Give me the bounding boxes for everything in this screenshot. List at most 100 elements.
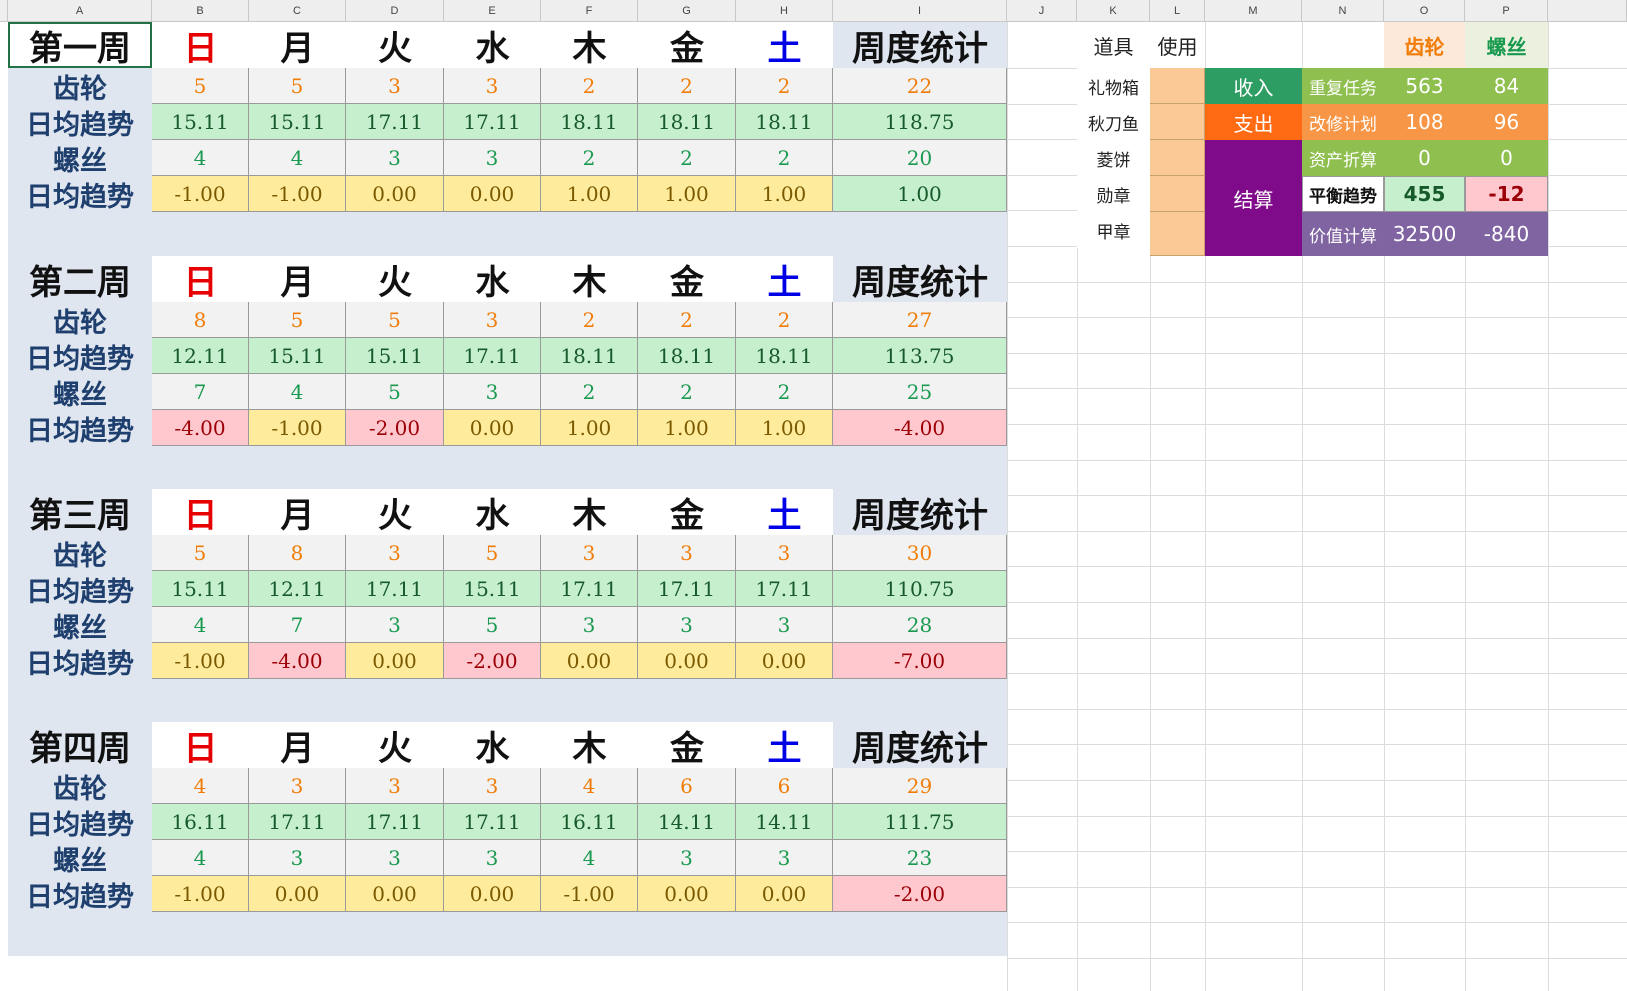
day-header-5[interactable]: 木	[541, 722, 638, 768]
screw-row-cell[interactable]: 3	[249, 840, 346, 876]
gear-row-cell[interactable]: 3	[346, 535, 444, 571]
gear-trend-row-total[interactable]: 110.75	[833, 571, 1007, 607]
screw-row-cell[interactable]: 7	[152, 374, 249, 410]
gear-trend-row-cell[interactable]: 16.11	[541, 804, 638, 840]
screw-row-cell[interactable]: 4	[152, 607, 249, 643]
panel-row-label[interactable]: 资产折算	[1302, 140, 1384, 176]
row-label-screw-row[interactable]: 螺丝	[8, 607, 152, 643]
gear-row-total[interactable]: 22	[833, 68, 1007, 104]
day-header-4[interactable]: 水	[444, 256, 541, 302]
column-header-h[interactable]: H	[736, 0, 833, 22]
gear-row-cell[interactable]: 6	[638, 768, 736, 804]
gear-column-header[interactable]: 齿轮	[1384, 22, 1465, 68]
screw-trend-row-total[interactable]: -4.00	[833, 410, 1007, 446]
panel-gear-value[interactable]: 0	[1384, 140, 1465, 176]
gear-row-cell[interactable]: 2	[736, 68, 833, 104]
gear-trend-row-cell[interactable]: 16.11	[152, 804, 249, 840]
gear-row-cell[interactable]: 2	[541, 302, 638, 338]
day-header-4[interactable]: 水	[444, 22, 541, 68]
gear-row-cell[interactable]: 5	[249, 68, 346, 104]
gear-trend-row-cell[interactable]: 14.11	[638, 804, 736, 840]
day-header-6[interactable]: 金	[638, 722, 736, 768]
panel-screw-value[interactable]: -12	[1465, 176, 1548, 212]
column-header-g[interactable]: G	[638, 0, 736, 22]
screw-trend-row-cell[interactable]: 0.00	[249, 876, 346, 912]
screw-trend-row-total[interactable]: -7.00	[833, 643, 1007, 679]
gear-row-cell[interactable]: 3	[444, 68, 541, 104]
screw-row-cell[interactable]: 3	[638, 840, 736, 876]
row-label-screw-row[interactable]: 螺丝	[8, 140, 152, 176]
screw-trend-row-cell[interactable]: -4.00	[249, 643, 346, 679]
use-header[interactable]: 使用	[1150, 22, 1205, 68]
screw-trend-row-cell[interactable]: 0.00	[346, 643, 444, 679]
screw-trend-row-cell[interactable]: -2.00	[346, 410, 444, 446]
settle-label[interactable]: 结算	[1205, 140, 1302, 256]
week-title[interactable]: 第四周	[8, 722, 152, 768]
screw-row-total[interactable]: 25	[833, 374, 1007, 410]
day-header-5[interactable]: 木	[541, 489, 638, 535]
row-label-gear-trend-row[interactable]: 日均趋势	[8, 338, 152, 374]
week-title[interactable]: 第二周	[8, 256, 152, 302]
row-label-gear-row[interactable]: 齿轮	[8, 535, 152, 571]
gear-trend-row-cell[interactable]: 15.11	[444, 571, 541, 607]
screw-row-cell[interactable]: 2	[736, 374, 833, 410]
screw-trend-row-cell[interactable]: 0.00	[541, 643, 638, 679]
column-header-f[interactable]: F	[541, 0, 638, 22]
gear-trend-row-cell[interactable]: 17.11	[444, 804, 541, 840]
item-name[interactable]: 甲章	[1077, 212, 1150, 248]
screw-trend-row-cell[interactable]: 0.00	[444, 410, 541, 446]
day-header-3[interactable]: 火	[346, 22, 444, 68]
weekly-stat-header[interactable]: 周度统计	[833, 256, 1007, 302]
gear-trend-row-cell[interactable]: 17.11	[346, 104, 444, 140]
day-header-3[interactable]: 火	[346, 722, 444, 768]
gear-row-cell[interactable]: 8	[249, 535, 346, 571]
item-name[interactable]: 菱饼	[1077, 140, 1150, 176]
gear-row-cell[interactable]: 5	[249, 302, 346, 338]
gear-trend-row-cell[interactable]: 17.11	[249, 804, 346, 840]
column-header-l[interactable]: L	[1150, 0, 1205, 22]
screw-row-cell[interactable]: 4	[249, 140, 346, 176]
column-header-a[interactable]: A	[8, 0, 152, 22]
gear-trend-row-cell[interactable]: 17.11	[346, 804, 444, 840]
item-use-input[interactable]	[1150, 104, 1205, 140]
column-header-m[interactable]: M	[1205, 0, 1302, 22]
gear-trend-row-cell[interactable]: 18.11	[638, 104, 736, 140]
row-label-screw-trend-row[interactable]: 日均趋势	[8, 876, 152, 912]
column-header-o[interactable]: O	[1384, 0, 1465, 22]
item-name[interactable]: 秋刀鱼	[1077, 104, 1150, 140]
screw-row-cell[interactable]: 2	[541, 374, 638, 410]
screw-trend-row-cell[interactable]: -1.00	[249, 176, 346, 212]
gear-trend-row-cell[interactable]: 14.11	[736, 804, 833, 840]
item-use-input[interactable]	[1150, 68, 1205, 104]
screw-trend-row-cell[interactable]: 0.00	[736, 643, 833, 679]
row-label-gear-row[interactable]: 齿轮	[8, 768, 152, 804]
screw-trend-row-cell[interactable]: 0.00	[346, 176, 444, 212]
screw-row-cell[interactable]: 3	[444, 140, 541, 176]
column-header-j[interactable]: J	[1007, 0, 1077, 22]
day-header-7[interactable]: 土	[736, 22, 833, 68]
gear-row-cell[interactable]: 5	[152, 535, 249, 571]
screw-row-total[interactable]: 28	[833, 607, 1007, 643]
screw-trend-row-cell[interactable]: 0.00	[736, 876, 833, 912]
row-label-gear-trend-row[interactable]: 日均趋势	[8, 804, 152, 840]
panel-row-label[interactable]: 改修计划	[1302, 104, 1384, 140]
screw-row-cell[interactable]: 3	[638, 607, 736, 643]
screw-row-cell[interactable]: 4	[249, 374, 346, 410]
gear-row-total[interactable]: 29	[833, 768, 1007, 804]
screw-column-header[interactable]: 螺丝	[1465, 22, 1548, 68]
screw-row-cell[interactable]: 3	[346, 140, 444, 176]
weekly-stat-header[interactable]: 周度统计	[833, 22, 1007, 68]
screw-row-cell[interactable]: 3	[444, 840, 541, 876]
gear-trend-row-cell[interactable]: 18.11	[638, 338, 736, 374]
screw-trend-row-cell[interactable]: -1.00	[541, 876, 638, 912]
screw-row-cell[interactable]: 4	[152, 840, 249, 876]
day-header-3[interactable]: 火	[346, 256, 444, 302]
gear-row-cell[interactable]: 5	[444, 535, 541, 571]
gear-trend-row-total[interactable]: 111.75	[833, 804, 1007, 840]
row-label-gear-trend-row[interactable]: 日均趋势	[8, 571, 152, 607]
expense-label[interactable]: 支出	[1205, 104, 1302, 140]
gear-trend-row-total[interactable]: 113.75	[833, 338, 1007, 374]
week-title[interactable]: 第一周	[8, 22, 152, 68]
screw-trend-row-cell[interactable]: 0.00	[638, 643, 736, 679]
screw-row-cell[interactable]: 5	[444, 607, 541, 643]
